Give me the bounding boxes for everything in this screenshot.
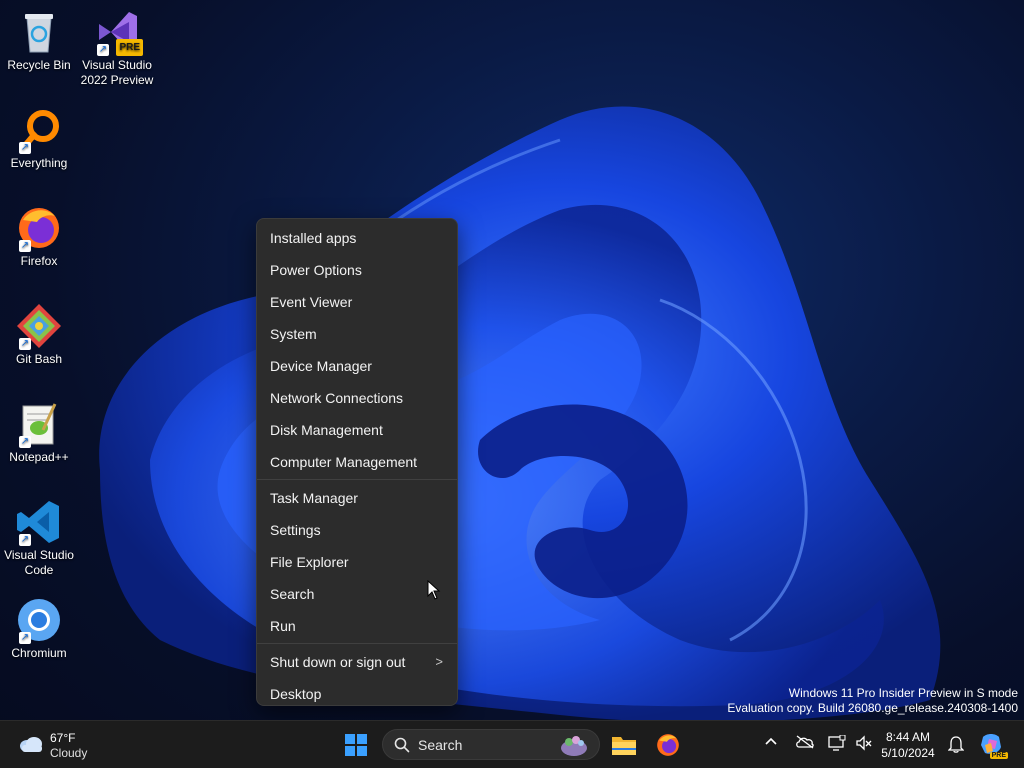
volume-tray-button[interactable]	[855, 735, 873, 754]
taskbar: 67°F Cloudy Search 8:44 AM 5/10/2024 PRE	[0, 720, 1024, 768]
desktop-icon-firefox[interactable]: ↗ Firefox	[0, 204, 78, 269]
clock-date: 5/10/2024	[881, 746, 935, 760]
shortcut-arrow-icon: ↗	[19, 632, 31, 644]
menu-item-power-options[interactable]: Power Options	[257, 254, 457, 286]
search-highlight-icon	[561, 736, 587, 756]
desktop-icon-visual-studio-preview[interactable]: PRE ↗ Visual Studio 2022 Preview	[78, 8, 156, 88]
taskbar-firefox[interactable]	[652, 729, 684, 761]
menu-item-run[interactable]: Run	[257, 610, 457, 642]
vscode-icon: ↗	[15, 498, 63, 546]
clock-time: 8:44 AM	[885, 730, 931, 744]
copilot-preview-badge: PRE	[989, 752, 1008, 759]
onedrive-tray-button[interactable]	[795, 735, 815, 752]
watermark-line-2: Evaluation copy. Build 26080.ge_release.…	[727, 701, 1018, 715]
desktop-icon-everything[interactable]: ↗ Everything	[0, 106, 78, 171]
shortcut-arrow-icon: ↗	[97, 44, 109, 56]
search-icon	[394, 737, 410, 753]
desktop-icon-label: Git Bash	[15, 352, 63, 366]
menu-separator	[257, 479, 457, 480]
mouse-pointer-icon	[427, 580, 441, 600]
desktop-icon-label: Visual Studio Code	[4, 548, 74, 577]
firefox-icon: ↗	[15, 204, 63, 252]
desktop-icon-label: Visual Studio 2022 Preview	[80, 58, 154, 87]
taskbar-clock[interactable]: 8:44 AM 5/10/2024	[876, 729, 940, 761]
preview-badge: PRE	[116, 39, 143, 56]
desktop-icon-area: Recycle Bin PRE ↗ Visual Studio 2022 Pre…	[0, 0, 160, 720]
cloudy-weather-icon	[20, 737, 42, 752]
visual-studio-preview-icon: PRE ↗	[93, 8, 143, 56]
menu-item-label: Shut down or sign out	[270, 654, 406, 670]
desktop-icon-label: Recycle Bin	[7, 58, 71, 72]
desktop-icon-notepad-plus-plus[interactable]: ↗ Notepad++	[0, 400, 78, 465]
recycle-bin-icon	[15, 8, 63, 56]
desktop-icon-recycle-bin[interactable]: Recycle Bin	[0, 8, 78, 73]
desktop-icon-label: Everything	[10, 156, 68, 170]
desktop-icon-vscode[interactable]: ↗ Visual Studio Code	[0, 498, 78, 578]
menu-item-shut-down-or-sign-out[interactable]: Shut down or sign out >	[257, 646, 457, 678]
everything-search-icon: ↗	[15, 106, 63, 154]
shortcut-arrow-icon: ↗	[19, 436, 31, 448]
chevron-up-icon	[765, 737, 777, 745]
menu-item-disk-management[interactable]: Disk Management	[257, 414, 457, 446]
evaluation-watermark: Windows 11 Pro Insider Preview in S mode…	[727, 686, 1018, 716]
menu-item-file-explorer[interactable]: File Explorer	[257, 546, 457, 578]
search-placeholder: Search	[418, 737, 463, 753]
display-icon	[828, 734, 846, 751]
shortcut-arrow-icon: ↗	[19, 240, 31, 252]
menu-separator	[257, 643, 457, 644]
desktop-icon-git-bash[interactable]: ↗ Git Bash	[0, 302, 78, 367]
taskbar-search-box[interactable]: Search	[382, 729, 600, 760]
shortcut-arrow-icon: ↗	[19, 142, 31, 154]
quick-link-menu: Installed apps Power Options Event Viewe…	[256, 218, 458, 706]
notification-bell-icon	[947, 736, 965, 753]
start-button[interactable]	[340, 729, 372, 761]
menu-item-desktop[interactable]: Desktop	[257, 678, 457, 710]
menu-item-installed-apps[interactable]: Installed apps	[257, 222, 457, 254]
shortcut-arrow-icon: ↗	[19, 338, 31, 350]
menu-item-computer-management[interactable]: Computer Management	[257, 446, 457, 478]
menu-item-device-manager[interactable]: Device Manager	[257, 350, 457, 382]
onedrive-offline-icon	[796, 735, 814, 749]
mute-speaker-icon	[856, 735, 872, 751]
desktop-icon-label: Firefox	[20, 254, 58, 268]
menu-item-network-connections[interactable]: Network Connections	[257, 382, 457, 414]
taskbar-file-explorer[interactable]	[608, 729, 640, 761]
desktop-icon-label: Notepad++	[9, 450, 69, 464]
windows-start-icon	[345, 734, 367, 756]
chromium-icon: ↗	[15, 596, 63, 644]
file-explorer-icon	[612, 737, 636, 755]
menu-item-system[interactable]: System	[257, 318, 457, 350]
notifications-button[interactable]	[947, 735, 965, 756]
chevron-right-icon: >	[435, 654, 443, 669]
copilot-button[interactable]: PRE	[976, 729, 1008, 761]
desktop-icon-label: Chromium	[11, 646, 67, 660]
display-tray-button[interactable]	[828, 734, 846, 754]
menu-item-settings[interactable]: Settings	[257, 514, 457, 546]
watermark-line-1: Windows 11 Pro Insider Preview in S mode	[788, 686, 1018, 700]
firefox-icon	[657, 734, 679, 756]
shortcut-arrow-icon: ↗	[19, 534, 31, 546]
desktop-icon-chromium[interactable]: ↗ Chromium	[0, 596, 78, 661]
notepad-plus-plus-icon: ↗	[15, 400, 63, 448]
weather-widget[interactable]: 67°F Cloudy	[14, 729, 124, 761]
menu-item-task-manager[interactable]: Task Manager	[257, 482, 457, 514]
menu-item-event-viewer[interactable]: Event Viewer	[257, 286, 457, 318]
weather-condition: Cloudy	[50, 746, 88, 760]
git-bash-icon: ↗	[15, 302, 63, 350]
weather-temperature: 67°F	[50, 731, 76, 745]
show-hidden-icons-button[interactable]	[764, 735, 778, 750]
